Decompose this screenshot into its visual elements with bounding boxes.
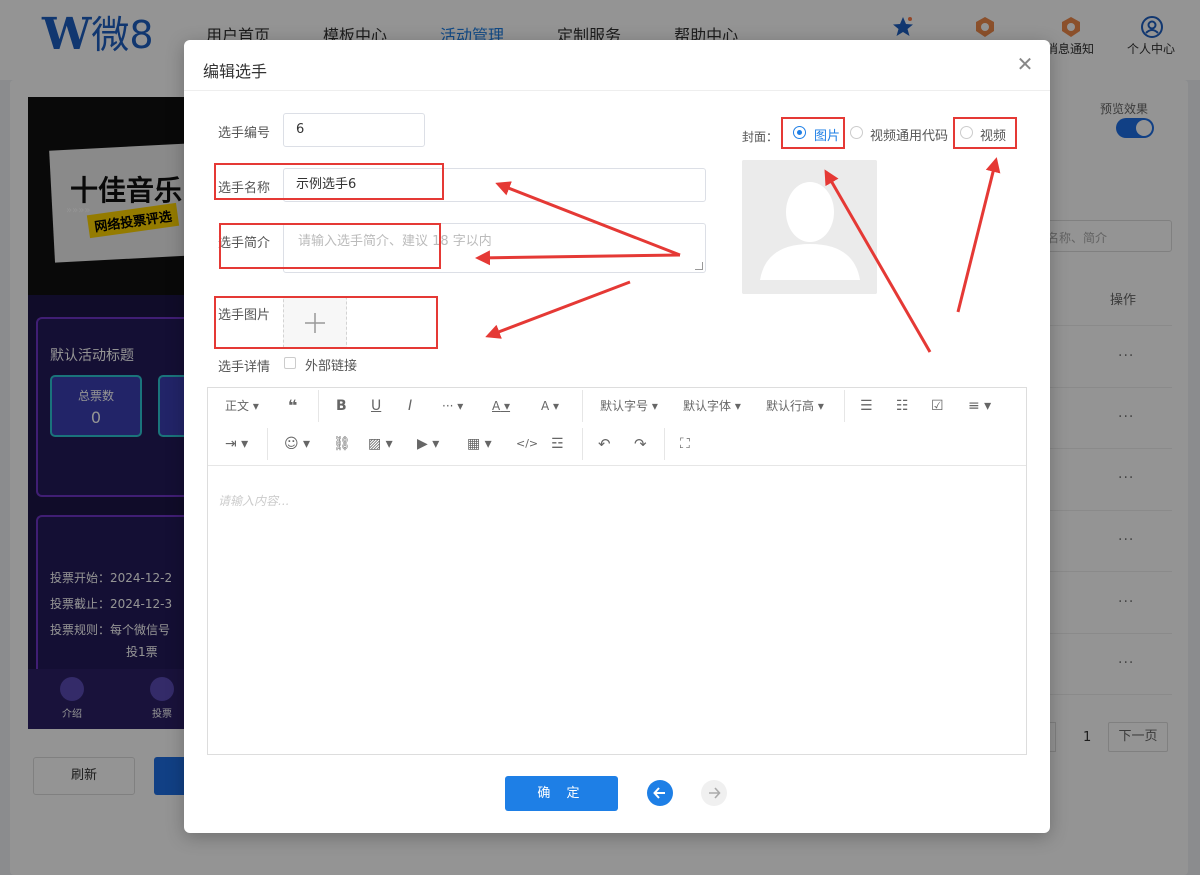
font-color-select[interactable]: A ▾	[492, 396, 510, 416]
line-height-label: 默认行高	[766, 399, 815, 413]
redo-icon[interactable]: ↷	[634, 434, 647, 454]
paragraph-style-label: 正文	[225, 399, 250, 413]
name-input[interactable]: 示例选手6	[283, 168, 706, 202]
toolbar-divider	[844, 390, 845, 422]
divider-line-icon[interactable]: ☲	[551, 434, 564, 454]
external-link-label[interactable]: 外部链接	[305, 355, 357, 374]
more-style-menu[interactable]: ··· ▾	[442, 396, 463, 416]
font-color-icon: A	[492, 399, 501, 413]
confirm-button[interactable]: 确 定	[505, 776, 618, 811]
quote-icon[interactable]: ❝	[288, 396, 297, 416]
bulleted-list-icon[interactable]: ☰	[860, 396, 873, 416]
detail-label: 选手详情	[218, 360, 271, 375]
indent-icon[interactable]: ⇥ ▾	[225, 434, 248, 454]
fullscreen-icon[interactable]: ⛶	[680, 434, 690, 454]
cover-option-embed[interactable]: 视频通用代码	[870, 125, 948, 144]
toolbar-divider	[582, 390, 583, 422]
cover-label: 封面：	[742, 130, 779, 144]
resize-handle[interactable]	[695, 262, 703, 270]
avatar-silhouette-icon	[742, 160, 877, 294]
bg-color-select[interactable]: A ▾	[541, 396, 559, 416]
video-icon[interactable]: ▶ ▾	[417, 434, 439, 454]
numbered-list-icon[interactable]: ☷	[896, 396, 909, 416]
arrow-right-icon[interactable]	[701, 780, 727, 806]
name-label: 选手名称	[218, 181, 271, 196]
italic-icon[interactable]: I	[408, 396, 412, 416]
link-icon[interactable]: ⛓	[333, 434, 351, 454]
undo-icon[interactable]: ↶	[598, 434, 611, 454]
font-size-label: 默认字号	[600, 399, 649, 413]
todo-icon[interactable]: ☑	[931, 396, 944, 416]
external-link-checkbox[interactable]	[284, 357, 296, 369]
cover-option-video[interactable]: 视频	[980, 125, 1006, 144]
align-icon[interactable]: ≡ ▾	[968, 396, 991, 416]
cover-radio-image[interactable]	[793, 126, 806, 139]
bold-icon[interactable]: B	[336, 396, 347, 416]
cover-radio-video[interactable]	[960, 126, 973, 139]
modal-title: 编辑选手	[203, 62, 268, 81]
cover-image-placeholder[interactable]	[742, 160, 877, 294]
toolbar-divider	[318, 390, 319, 422]
close-icon[interactable]: ✕	[1013, 52, 1037, 76]
toolbar-divider	[664, 428, 665, 460]
plus-icon	[305, 313, 325, 333]
intro-placeholder: 请输入选手简介、建议 18 字以内	[298, 234, 492, 249]
editor-placeholder: 请输入内容...	[218, 494, 290, 508]
intro-label: 选手简介	[218, 236, 271, 251]
arrow-left-icon[interactable]	[647, 780, 673, 806]
intro-textarea[interactable]: 请输入选手简介、建议 18 字以内	[283, 223, 706, 273]
line-height-select[interactable]: 默认行高 ▾	[766, 396, 824, 416]
image-upload-button[interactable]	[283, 297, 347, 349]
font-family-label: 默认字体	[683, 399, 732, 413]
cover-radio-embed[interactable]	[850, 126, 863, 139]
number-input[interactable]: 6	[283, 113, 425, 147]
font-size-select[interactable]: 默认字号 ▾	[600, 396, 658, 416]
bg-color-icon: A	[541, 399, 550, 413]
emoji-icon[interactable]: ☺ ▾	[284, 434, 310, 454]
paragraph-style-select[interactable]: 正文 ▾	[225, 396, 259, 416]
table-icon[interactable]: ▦ ▾	[467, 434, 492, 454]
toolbar-divider	[267, 428, 268, 460]
code-icon[interactable]: </>	[516, 434, 538, 454]
rich-text-editor[interactable]: 正文 ▾ ❝ B U I ··· ▾ A ▾ A ▾ 默认字号 ▾ 默认字体 ▾…	[207, 387, 1027, 755]
editor-toolbar: 正文 ▾ ❝ B U I ··· ▾ A ▾ A ▾ 默认字号 ▾ 默认字体 ▾…	[208, 388, 1026, 466]
image-label: 选手图片	[218, 308, 271, 323]
cover-option-image[interactable]: 图片	[814, 125, 840, 144]
more-style-icon: ···	[442, 399, 454, 413]
edit-contestant-modal: 编辑选手 ✕ 选手编号 6 选手名称 示例选手6 选手简介 请输入选手简介、建议…	[184, 40, 1050, 833]
toolbar-divider	[582, 428, 583, 460]
font-family-select[interactable]: 默认字体 ▾	[683, 396, 741, 416]
image-icon[interactable]: ▨ ▾	[368, 434, 393, 454]
number-label: 选手编号	[218, 126, 271, 141]
modal-divider	[184, 90, 1050, 91]
underline-icon[interactable]: U	[371, 396, 381, 416]
